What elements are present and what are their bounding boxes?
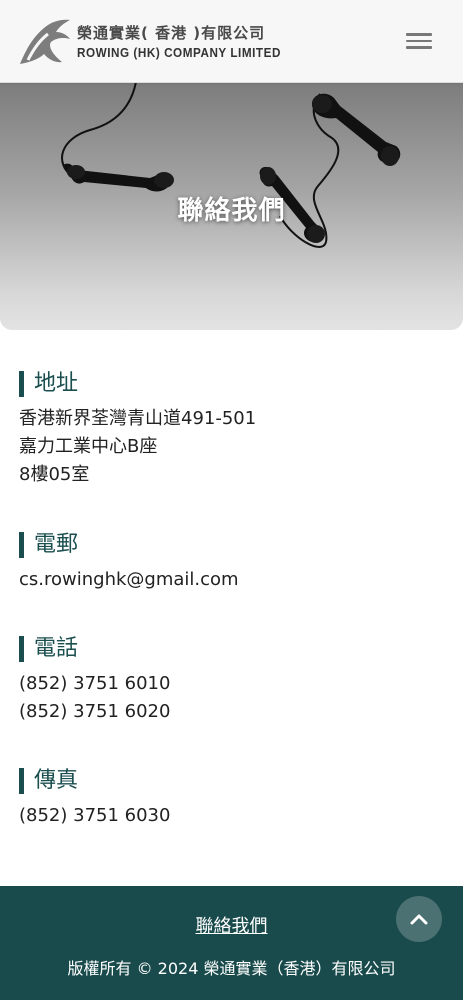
address-line: 嘉力工業中心B座	[19, 436, 158, 457]
back-to-top-button[interactable]	[396, 896, 442, 942]
email-heading: 電郵	[19, 532, 439, 558]
address-heading: 地址	[19, 371, 439, 397]
site-footer: 聯絡我們 版權所有 © 2024 榮通實業（香港）有限公司	[0, 886, 463, 1000]
footer-contact-link[interactable]: 聯絡我們	[0, 912, 463, 938]
menu-bar	[406, 33, 432, 36]
fax-heading: 傳真	[19, 768, 439, 794]
phone-heading: 電話	[19, 636, 439, 662]
rowing-horse-logo[interactable]	[18, 16, 72, 68]
company-name-chinese: 榮通實業( 香港 )有限公司	[77, 24, 266, 42]
fax-section: 傳真 (852) 3751 6030	[19, 768, 439, 830]
address-line: 8樓05室	[19, 464, 90, 485]
phone-number[interactable]: (852) 3751 6010	[19, 670, 439, 698]
phone-section: 電話 (852) 3751 6010 (852) 3751 6020	[19, 636, 439, 726]
fax-number: (852) 3751 6030	[19, 805, 171, 826]
company-name-english: ROWING (HK) COMPANY LIMITED	[77, 45, 281, 60]
hamburger-menu-icon[interactable]	[406, 30, 432, 52]
menu-bar	[406, 46, 432, 49]
email-link[interactable]: cs.rowinghk@gmail.com	[19, 566, 439, 594]
hero-banner: 聯絡我們	[0, 82, 463, 330]
site-header: 榮通實業( 香港 )有限公司 ROWING (HK) COMPANY LIMIT…	[0, 0, 463, 83]
phone-number[interactable]: (852) 3751 6020	[19, 698, 439, 726]
chevron-up-icon	[410, 914, 428, 925]
page-title: 聯絡我們	[177, 196, 286, 226]
address-line: 香港新界荃灣青山道491-501	[19, 408, 257, 429]
email-section: 電郵 cs.rowinghk@gmail.com	[19, 532, 439, 594]
address-section: 地址 香港新界荃灣青山道491-501 嘉力工業中心B座 8樓05室	[19, 371, 439, 489]
copyright-text: 版權所有 © 2024 榮通實業（香港）有限公司	[67, 959, 396, 978]
menu-bar	[406, 39, 432, 42]
